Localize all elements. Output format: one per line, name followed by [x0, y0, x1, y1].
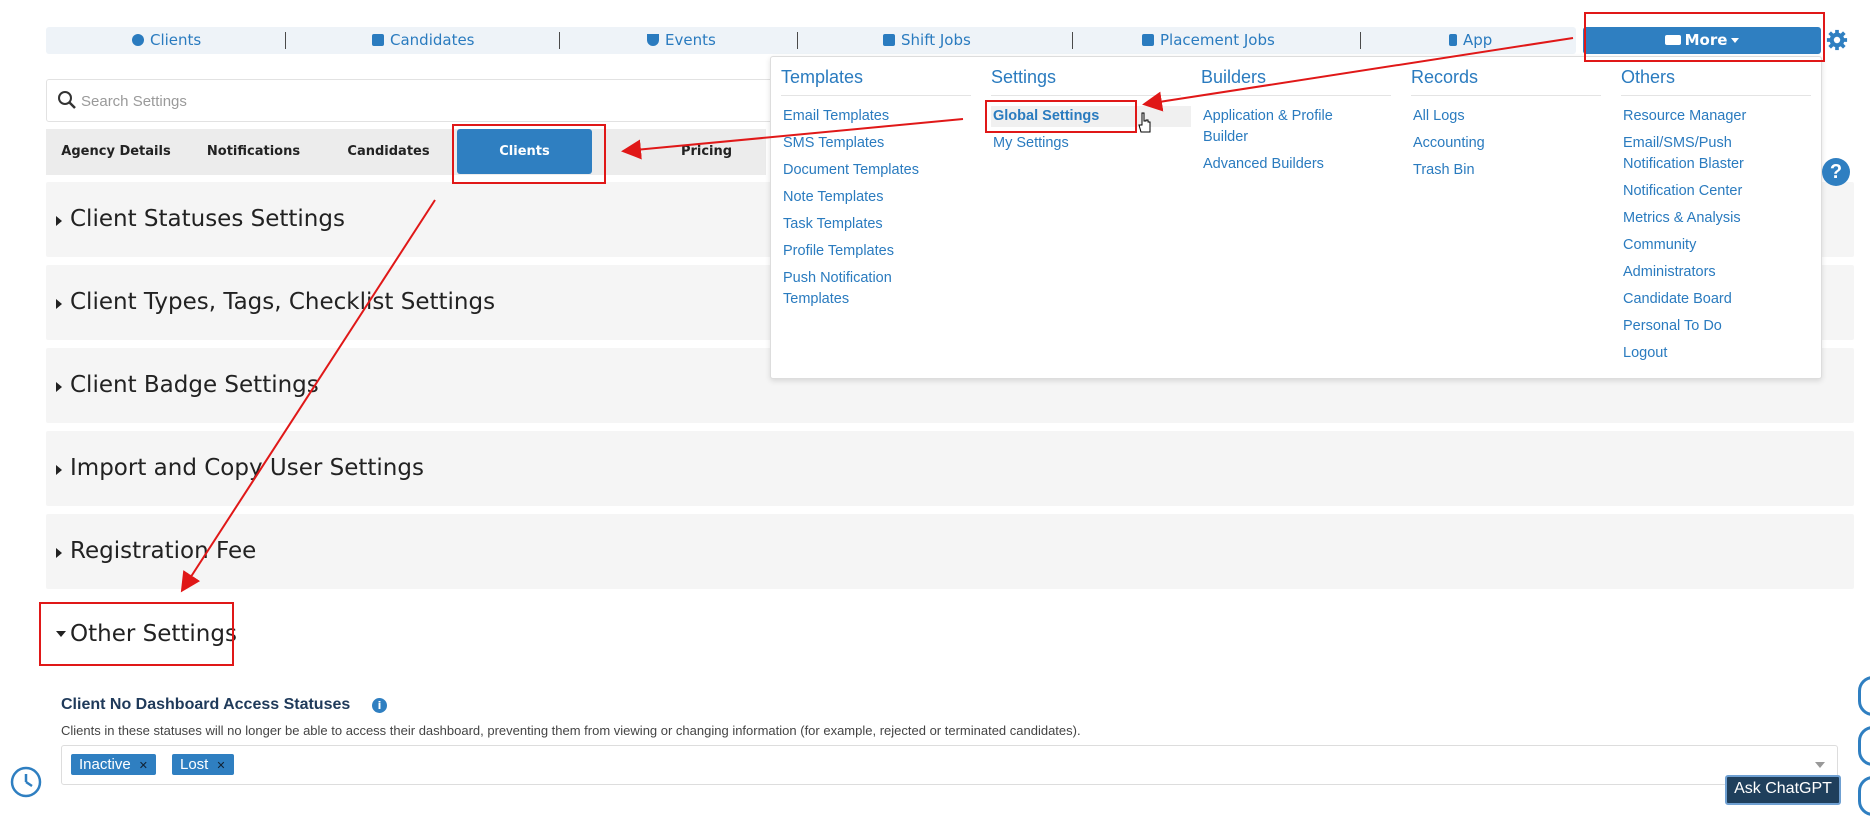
annotation-arrow	[1142, 37, 1574, 112]
annotation-arrow	[621, 118, 964, 160]
annotation-arrow	[180, 199, 436, 593]
annotation-arrows	[180, 37, 1574, 593]
